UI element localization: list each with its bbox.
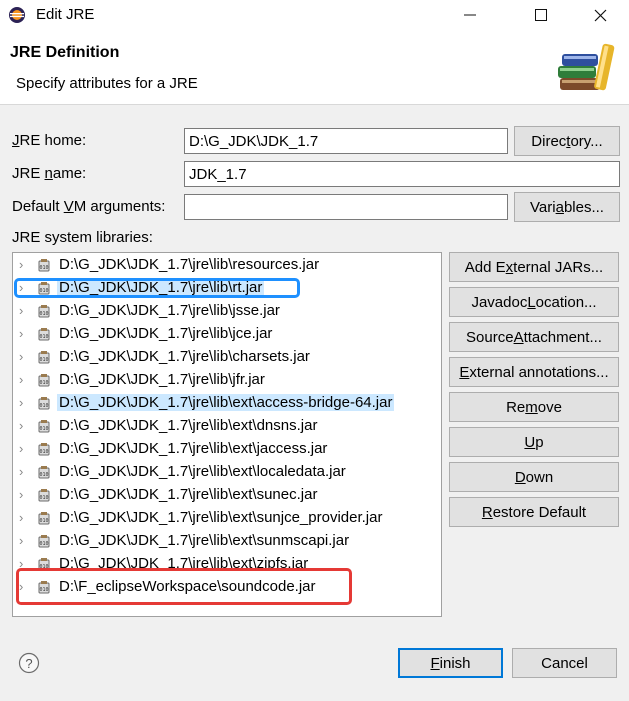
javadoc-location-button[interactable]: Javadoc Location... [449, 287, 619, 317]
svg-text:010: 010 [39, 403, 48, 409]
system-libraries-list[interactable]: › 010 D:\G_JDK\JDK_1.7\jre\lib\resources… [12, 252, 442, 617]
external-annotations-button[interactable]: External annotations... [449, 357, 619, 387]
expand-chevron-icon[interactable]: › [19, 442, 31, 456]
expand-chevron-icon[interactable]: › [19, 304, 31, 318]
help-icon[interactable]: ? [18, 652, 40, 674]
cancel-button[interactable]: Cancel [512, 648, 617, 678]
window-title: Edit JRE [36, 6, 95, 23]
header-title: JRE Definition [10, 44, 120, 61]
source-attachment-button[interactable]: Source Attachment... [449, 322, 619, 352]
svg-text:010: 010 [39, 426, 48, 432]
jar-icon: 010 [38, 397, 50, 410]
expand-chevron-icon[interactable]: › [19, 465, 31, 479]
list-item[interactable]: › 010 D:\G_JDK\JDK_1.7\jre\lib\jsse.jar [13, 300, 441, 323]
list-item[interactable]: › 010 D:\G_JDK\JDK_1.7\jre\lib\jfr.jar [13, 369, 441, 392]
jre-name-label: JRE name: [12, 165, 87, 182]
minimize-icon [464, 14, 476, 16]
jar-icon: 010 [38, 443, 50, 456]
svg-text:010: 010 [39, 541, 48, 547]
library-path: D:\G_JDK\JDK_1.7\jre\lib\ext\access-brid… [57, 394, 395, 411]
svg-text:010: 010 [39, 380, 48, 386]
library-path: D:\G_JDK\JDK_1.7\jre\lib\ext\localedata.… [59, 463, 346, 480]
title-bar: Edit JRE [0, 0, 629, 30]
list-item[interactable]: › 010 D:\G_JDK\JDK_1.7\jre\lib\ext\jacce… [13, 438, 441, 461]
list-item[interactable]: › 010 D:\G_JDK\JDK_1.7\jre\lib\ext\local… [13, 461, 441, 484]
expand-chevron-icon[interactable]: › [19, 511, 31, 525]
library-path: D:\G_JDK\JDK_1.7\jre\lib\jfr.jar [59, 371, 265, 388]
close-icon [594, 9, 606, 21]
expand-chevron-icon[interactable]: › [19, 373, 31, 387]
expand-chevron-icon[interactable]: › [19, 534, 31, 548]
library-path: D:\G_JDK\JDK_1.7\jre\lib\ext\jaccess.jar [59, 440, 328, 457]
expand-chevron-icon[interactable]: › [19, 488, 31, 502]
svg-text:010: 010 [39, 518, 48, 524]
maximize-icon [535, 9, 547, 21]
directory-button[interactable]: Direc t ory... [514, 126, 620, 156]
system-libraries-label: JRE system libraries: [12, 229, 153, 246]
red-highlight-box [16, 568, 352, 605]
close-button[interactable] [577, 0, 623, 30]
jar-icon: 010 [38, 466, 50, 479]
list-item[interactable]: › 010 D:\G_JDK\JDK_1.7\jre\lib\charsets.… [13, 346, 441, 369]
variables-button[interactable]: Vari a bles... [514, 192, 620, 222]
library-path: D:\G_JDK\JDK_1.7\jre\lib\jce.jar [59, 325, 273, 342]
list-item[interactable]: › 010 D:\G_JDK\JDK_1.7\jre\lib\ext\sunms… [13, 530, 441, 553]
list-item-selected[interactable]: › 010 D:\G_JDK\JDK_1.7\jre\lib\ext\acces… [13, 392, 441, 415]
finish-button[interactable]: Finish [398, 648, 503, 678]
up-button[interactable]: Up [449, 427, 619, 457]
list-item[interactable]: › 010 D:\G_JDK\JDK_1.7\jre\lib\ext\sunjc… [13, 507, 441, 530]
minimize-button[interactable] [447, 0, 493, 30]
blue-highlight-box [14, 278, 300, 298]
jar-icon: 010 [38, 512, 50, 525]
expand-chevron-icon[interactable]: › [19, 396, 31, 410]
list-item[interactable]: › 010 D:\G_JDK\JDK_1.7\jre\lib\ext\sunec… [13, 484, 441, 507]
jar-icon: 010 [38, 489, 50, 502]
library-path: D:\G_JDK\JDK_1.7\jre\lib\ext\sunjce_prov… [59, 509, 383, 526]
jar-icon: 010 [38, 259, 50, 272]
list-item[interactable]: › 010 D:\G_JDK\JDK_1.7\jre\lib\ext\dnsns… [13, 415, 441, 438]
svg-text:010: 010 [39, 495, 48, 501]
expand-chevron-icon[interactable]: › [19, 327, 31, 341]
maximize-button[interactable] [518, 0, 564, 30]
down-button[interactable]: Down [449, 462, 619, 492]
header-description: Specify attributes for a JRE [16, 75, 198, 92]
svg-text:010: 010 [39, 449, 48, 455]
expand-chevron-icon[interactable]: › [19, 419, 31, 433]
library-path: D:\G_JDK\JDK_1.7\jre\lib\ext\dnsns.jar [59, 417, 318, 434]
jar-icon: 010 [38, 305, 50, 318]
library-path: D:\G_JDK\JDK_1.7\jre\lib\resources.jar [59, 256, 320, 273]
jar-icon: 010 [38, 374, 50, 387]
library-path: D:\G_JDK\JDK_1.7\jre\lib\jsse.jar [59, 302, 280, 319]
svg-text:010: 010 [39, 265, 48, 271]
remove-button[interactable]: Re m ove [449, 392, 619, 422]
list-item[interactable]: › 010 D:\G_JDK\JDK_1.7\jre\lib\resources… [13, 254, 441, 277]
list-item[interactable]: › 010 D:\G_JDK\JDK_1.7\jre\lib\jce.jar [13, 323, 441, 346]
expand-chevron-icon[interactable]: › [19, 258, 31, 272]
dialog-header: JRE Definition Specify attributes for a … [0, 30, 629, 105]
library-path: D:\G_JDK\JDK_1.7\jre\lib\ext\sunec.jar [59, 486, 318, 503]
jre-name-field[interactable] [184, 161, 620, 187]
add-external-jars-button[interactable]: Add Ex ternal JARs... [449, 252, 619, 282]
jar-icon: 010 [38, 420, 50, 433]
jre-home-label: JRE home: [12, 132, 87, 149]
eclipse-icon [9, 7, 25, 23]
svg-text:010: 010 [39, 472, 48, 478]
jre-home-field[interactable] [184, 128, 508, 154]
jar-icon: 010 [38, 351, 50, 364]
svg-text:010: 010 [39, 311, 48, 317]
svg-text:?: ? [25, 656, 32, 671]
jar-icon: 010 [38, 328, 50, 341]
svg-text:010: 010 [39, 334, 48, 340]
vm-arguments-field[interactable] [184, 194, 508, 220]
jar-icon: 010 [38, 535, 50, 548]
library-path: D:\G_JDK\JDK_1.7\jre\lib\ext\sunmscapi.j… [59, 532, 350, 549]
vm-arguments-label: Default VM arguments: [12, 198, 166, 215]
restore-default-button[interactable]: Restore Default [449, 497, 619, 527]
library-path: D:\G_JDK\JDK_1.7\jre\lib\charsets.jar [59, 348, 310, 365]
expand-chevron-icon[interactable]: › [19, 350, 31, 364]
svg-text:010: 010 [39, 357, 48, 363]
library-books-icon [558, 43, 615, 91]
